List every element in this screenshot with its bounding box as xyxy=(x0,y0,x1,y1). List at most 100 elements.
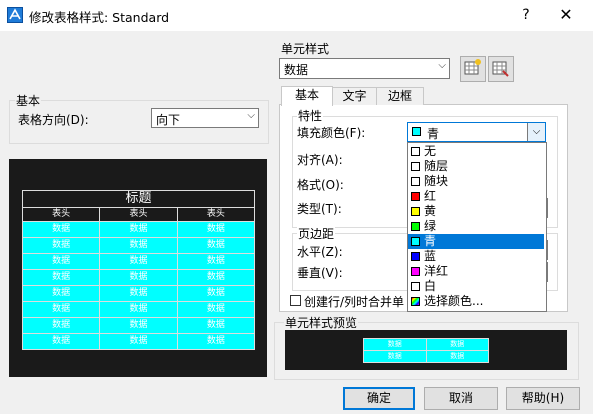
color-option-label: 洋红 xyxy=(424,264,449,278)
tab-text[interactable]: 文字 xyxy=(331,87,378,105)
autocad-app-icon xyxy=(7,7,23,23)
cell-preview-legend: 单元样式预览 xyxy=(284,314,359,331)
basic-legend: 基本 xyxy=(15,92,42,109)
preview-data-cell: 数据 xyxy=(176,301,256,318)
color-swatch-icon xyxy=(411,222,420,231)
color-swatch-icon xyxy=(411,237,420,246)
manage-cell-style-button[interactable] xyxy=(488,56,514,82)
new-cell-style-button[interactable] xyxy=(460,56,486,82)
preview-cell: 数据 xyxy=(425,350,489,363)
horizontal-margin-label: 水平(Z): xyxy=(297,245,343,259)
cell-style-select[interactable]: 数据 ⌵ xyxy=(279,58,450,79)
color-swatch-icon xyxy=(411,252,420,261)
direction-value: 向下 xyxy=(156,113,181,127)
help-icon[interactable]: ? xyxy=(515,4,537,26)
preview-data-cell: 数据 xyxy=(21,221,101,238)
preview-data-cell: 数据 xyxy=(99,237,178,254)
chevron-down-icon[interactable]: ⌵ xyxy=(527,123,545,141)
color-swatch-icon xyxy=(411,162,420,171)
close-icon[interactable]: ✕ xyxy=(552,3,580,27)
color-option[interactable]: 洋红 xyxy=(408,264,544,279)
direction-label: 表格方向(D): xyxy=(18,113,89,127)
color-swatch-icon xyxy=(411,147,420,156)
preview-data-cell: 数据 xyxy=(176,269,256,286)
color-option-label: 蓝 xyxy=(424,249,437,263)
color-option[interactable]: 无 xyxy=(408,144,544,159)
preview-title: 标题 xyxy=(22,190,255,208)
color-option-label: 白 xyxy=(424,279,437,293)
color-option-label: 绿 xyxy=(424,219,437,233)
preview-data-cell: 数据 xyxy=(176,333,256,350)
chevron-down-icon: ⌵ xyxy=(438,60,446,71)
preview-data-cell: 数据 xyxy=(176,285,256,302)
preview-data-cell: 数据 xyxy=(99,285,178,302)
cell-style-preview: 数据 数据 数据 数据 xyxy=(285,330,567,370)
ok-button[interactable]: 确定 xyxy=(343,387,415,410)
preview-data-cell: 数据 xyxy=(99,301,178,318)
color-option[interactable]: 随块 xyxy=(408,174,544,189)
color-option[interactable]: 白 xyxy=(408,279,544,294)
margins-legend: 页边距 xyxy=(297,225,336,242)
color-option[interactable]: 蓝 xyxy=(408,249,544,264)
new-style-icon xyxy=(464,59,481,75)
preview-cell: 数据 xyxy=(425,338,489,351)
preview-data-cell: 数据 xyxy=(21,269,101,286)
preview-header-cell: 表头 xyxy=(176,207,256,222)
align-label: 对齐(A): xyxy=(297,153,343,167)
direction-select[interactable]: 向下 ⌵ xyxy=(151,108,259,128)
type-label: 类型(T): xyxy=(297,202,342,216)
preview-data-cell: 数据 xyxy=(99,253,178,270)
preview-cell: 数据 xyxy=(363,338,427,351)
preview-data-cell: 数据 xyxy=(21,237,101,254)
preview-data-cell: 数据 xyxy=(21,253,101,270)
fill-color-label: 填充颜色(F): xyxy=(297,126,366,140)
fill-color-value: 青 xyxy=(427,127,440,141)
color-option[interactable]: 绿 xyxy=(408,219,544,234)
table-preview: 标题 表头 表头 表头 数据 数据 数据 数据 数据 数据 数据 数据 数据 数据 数据 数据 数据 数据 数据… xyxy=(9,159,267,377)
properties-legend: 特性 xyxy=(297,107,324,124)
manage-style-icon xyxy=(492,61,509,77)
color-option-label: 黄 xyxy=(424,204,437,218)
color-option-label: 无 xyxy=(424,144,437,158)
format-label: 格式(O): xyxy=(297,178,344,192)
color-swatch-icon xyxy=(411,267,420,276)
preview-data-cell: 数据 xyxy=(99,333,178,350)
fill-color-swatch xyxy=(412,127,421,136)
preview-cell: 数据 xyxy=(363,350,427,363)
fill-color-select[interactable]: 青 ⌵ xyxy=(407,122,546,142)
preview-data-cell: 数据 xyxy=(21,285,101,302)
tab-border[interactable]: 边框 xyxy=(376,87,424,105)
cell-style-label: 单元样式 xyxy=(281,42,330,56)
color-option-label: 随块 xyxy=(424,174,449,188)
vertical-margin-label: 垂直(V): xyxy=(297,266,343,280)
help-button[interactable]: 帮助(H) xyxy=(506,387,580,410)
preview-data-cell: 数据 xyxy=(176,221,256,238)
cell-style-value: 数据 xyxy=(284,63,309,77)
color-option[interactable]: 青 xyxy=(408,234,544,249)
color-option-label: 选择颜色... xyxy=(424,294,484,308)
color-option-label: 红 xyxy=(424,189,437,203)
color-option[interactable]: 黄 xyxy=(408,204,544,219)
color-swatch-icon xyxy=(411,282,420,291)
fill-color-dropdown[interactable]: 无随层 随块红黄绿青蓝洋红白选择颜色... xyxy=(407,142,547,312)
preview-data-cell: 数据 xyxy=(99,221,178,238)
preview-data-cell: 数据 xyxy=(21,301,101,318)
merge-label: 创建行/列时合并单 xyxy=(304,295,405,309)
preview-data-cell: 数据 xyxy=(176,253,256,270)
color-option[interactable]: 随层 xyxy=(408,159,544,174)
preview-data-cell: 数据 xyxy=(21,333,101,350)
cancel-button[interactable]: 取消 xyxy=(424,387,498,410)
color-option[interactable]: 选择颜色... xyxy=(408,294,544,309)
merge-checkbox[interactable] xyxy=(290,295,301,306)
chevron-down-icon: ⌵ xyxy=(247,110,255,121)
window-title: 修改表格样式: Standard xyxy=(29,10,170,25)
color-swatch-icon xyxy=(411,177,420,186)
preview-data-cell: 数据 xyxy=(21,317,101,334)
color-option[interactable]: 红 xyxy=(408,189,544,204)
color-option-label: 青 xyxy=(424,234,437,248)
color-swatch-icon xyxy=(411,297,420,306)
color-swatch-icon xyxy=(411,207,420,216)
color-swatch-icon xyxy=(411,192,420,201)
preview-data-cell: 数据 xyxy=(176,317,256,334)
tab-basic[interactable]: 基本 xyxy=(281,86,333,106)
